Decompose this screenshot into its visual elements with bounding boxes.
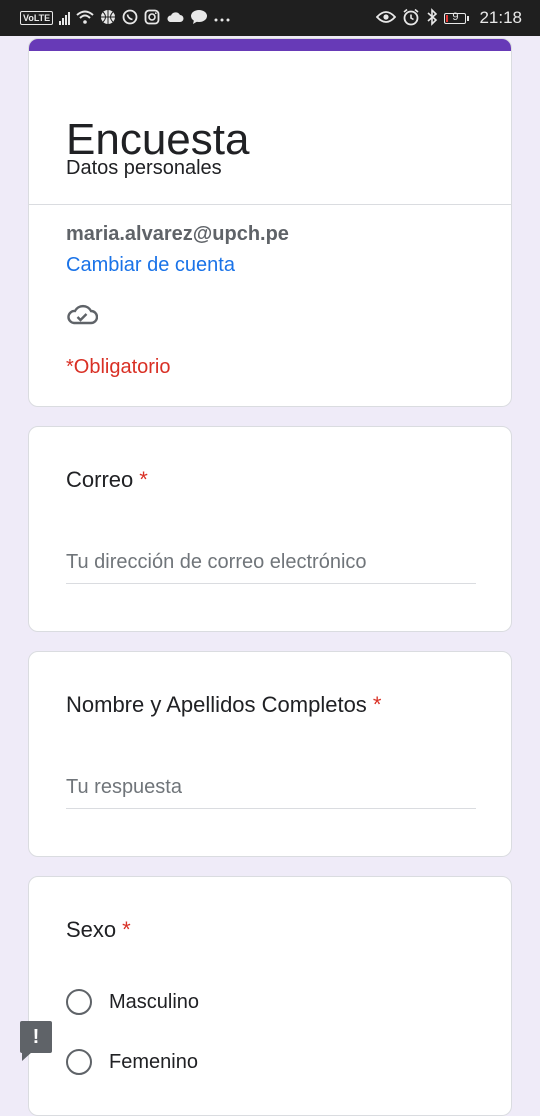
question-card-nombre: Nombre y Apellidos Completos * xyxy=(28,651,512,857)
report-icon[interactable]: ! xyxy=(20,1021,52,1061)
form-accent-bar xyxy=(29,39,511,51)
radio-option-masculino[interactable]: Masculino xyxy=(66,989,199,1015)
battery-icon: 9 xyxy=(444,10,470,24)
required-asterisk: * xyxy=(372,692,382,717)
question-title: Sexo xyxy=(66,917,117,942)
form-description: Datos personales xyxy=(66,157,222,179)
form-header-card: Encuesta Datos personales maria.alvarez@… xyxy=(28,38,512,407)
more-icon xyxy=(214,11,230,26)
radio-label: Masculino xyxy=(109,990,200,1013)
battery-level: 9 xyxy=(452,10,459,23)
signal-icon xyxy=(59,11,71,25)
whatsapp-icon xyxy=(122,9,138,28)
message-icon xyxy=(190,9,208,28)
instagram-icon xyxy=(144,9,160,28)
cloud-icon xyxy=(166,10,184,27)
bluetooth-icon xyxy=(426,7,438,29)
clock: 21:18 xyxy=(479,8,522,27)
radio-button[interactable] xyxy=(66,989,92,1015)
report-glyph: ! xyxy=(32,1025,40,1048)
divider xyxy=(29,204,511,205)
switch-account-link[interactable]: Cambiar de cuenta xyxy=(66,254,235,277)
question-card-correo: Correo * xyxy=(28,426,512,632)
volte-badge: VoLTE xyxy=(20,11,54,25)
question-label: Correo * xyxy=(66,467,148,493)
email-input[interactable] xyxy=(66,551,476,584)
status-bar-right: 9 21:18 xyxy=(376,7,522,29)
required-asterisk: * xyxy=(122,917,131,942)
required-note: *Obligatorio xyxy=(66,356,171,378)
cloud-saved-icon xyxy=(66,302,99,326)
radio-label: Femenino xyxy=(109,1050,198,1073)
account-email: maria.alvarez@upch.pe xyxy=(66,223,289,245)
name-input[interactable] xyxy=(66,776,476,809)
radio-option-femenino[interactable]: Femenino xyxy=(66,1049,198,1075)
question-label: Nombre y Apellidos Completos * xyxy=(66,692,381,718)
wifi-icon xyxy=(76,10,94,27)
required-asterisk: * xyxy=(139,467,148,492)
question-title: Correo xyxy=(66,467,134,492)
question-title: Nombre y Apellidos Completos xyxy=(66,692,367,717)
alarm-icon xyxy=(402,8,420,29)
status-bar: VoLTE 9 21:18 xyxy=(0,0,540,36)
question-card-sexo: Sexo * Masculino Femenino xyxy=(28,876,512,1116)
eye-icon xyxy=(376,10,397,27)
question-label: Sexo * xyxy=(66,917,131,943)
basketball-icon xyxy=(100,9,116,28)
status-bar-left: VoLTE xyxy=(20,9,230,28)
radio-button[interactable] xyxy=(66,1049,92,1075)
